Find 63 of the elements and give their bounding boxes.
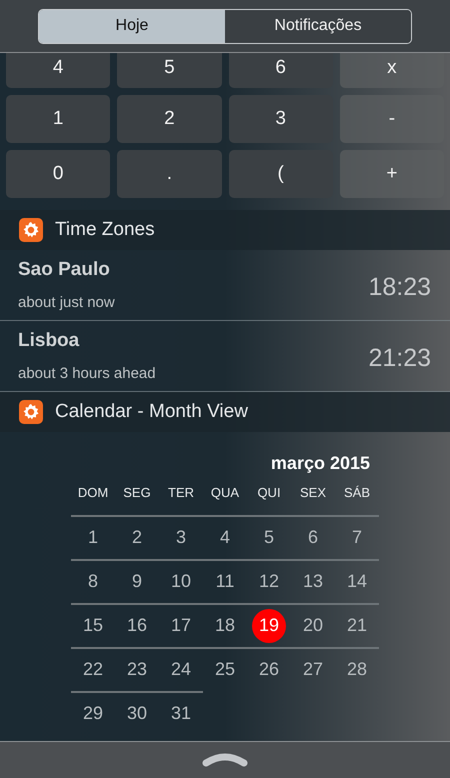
widget-title: Time Zones [55,218,155,242]
keypad-key[interactable]: 6 [228,53,333,88]
time-difference: about 3 hours ahead [18,364,156,384]
weekday-label: SÁB [342,484,371,502]
calendar-day[interactable]: 5 [252,520,286,554]
calendar-day[interactable]: 27 [296,652,330,686]
calendar-day[interactable]: 12 [252,564,286,598]
city-name: Sao Paulo [18,258,111,282]
calendar-day[interactable]: 25 [208,652,242,686]
calendar-day[interactable]: 18 [208,608,242,642]
calendar-day[interactable]: 2 [120,520,154,554]
calendar-day[interactable]: 17 [164,608,198,642]
calendar-day[interactable]: 20 [296,608,330,642]
calendar-day[interactable]: 11 [208,564,242,598]
city-time: 18:23 [368,272,431,304]
weekday-label: SEG [122,484,152,502]
keypad-key[interactable]: 4 [6,53,110,88]
calendar-day[interactable]: 3 [164,520,198,554]
calendar-day[interactable]: 26 [252,652,286,686]
keypad-key[interactable]: 3 [228,95,333,143]
keypad-key[interactable]: x [340,53,444,88]
calendar-day[interactable]: 6 [296,520,330,554]
calendar-day[interactable]: 10 [164,564,198,598]
weekday-label: SEX [298,484,327,502]
time-difference: about just now [18,293,115,313]
calendar-day[interactable]: 31 [164,696,198,730]
keypad-key[interactable]: - [340,95,444,143]
calendar-day[interactable]: 30 [120,696,154,730]
calendar-day[interactable]: 16 [120,608,154,642]
keypad-key[interactable]: 1 [6,95,110,143]
city-name: Lisboa [18,328,80,352]
calendar-day[interactable]: 13 [296,564,330,598]
calendar-day[interactable]: 4 [208,520,242,554]
weekday-label: QUI [256,484,282,502]
calendar-day[interactable]: 23 [120,652,154,686]
calendar-day[interactable]: 1 [76,520,110,554]
calendar-day[interactable]: 8 [76,564,110,598]
calendar-day[interactable]: 15 [76,608,110,642]
calendar-day[interactable]: 19 [252,608,286,642]
keypad-key[interactable]: + [340,150,444,198]
weekday-label: QUA [210,484,240,502]
weekday-label: DOM [76,484,110,502]
calendar-day[interactable]: 29 [76,696,110,730]
calendar-day[interactable]: 7 [340,520,374,554]
pull-handle-icon[interactable] [202,753,248,767]
month-title: março 2015 [270,452,370,475]
calendar-day[interactable]: 21 [340,608,374,642]
keypad-key[interactable]: 0 [6,150,110,198]
calendar-day[interactable]: 24 [164,652,198,686]
city-time: 21:23 [368,343,431,374]
calendar-day[interactable]: 28 [340,652,374,686]
gear-icon [19,218,43,242]
widget-title: Calendar - Month View [55,400,248,424]
calendar-day[interactable]: 22 [76,652,110,686]
segment-tab[interactable]: Hoje [39,10,225,42]
calendar-day[interactable]: 9 [120,564,154,598]
keypad-key[interactable]: . [117,150,222,198]
gear-icon [19,400,43,424]
keypad-key[interactable]: 2 [117,95,222,143]
keypad-key[interactable]: 5 [117,53,222,88]
weekday-label: TER [167,484,195,502]
keypad-key[interactable]: ( [228,150,333,198]
calendar-day[interactable]: 14 [340,564,374,598]
